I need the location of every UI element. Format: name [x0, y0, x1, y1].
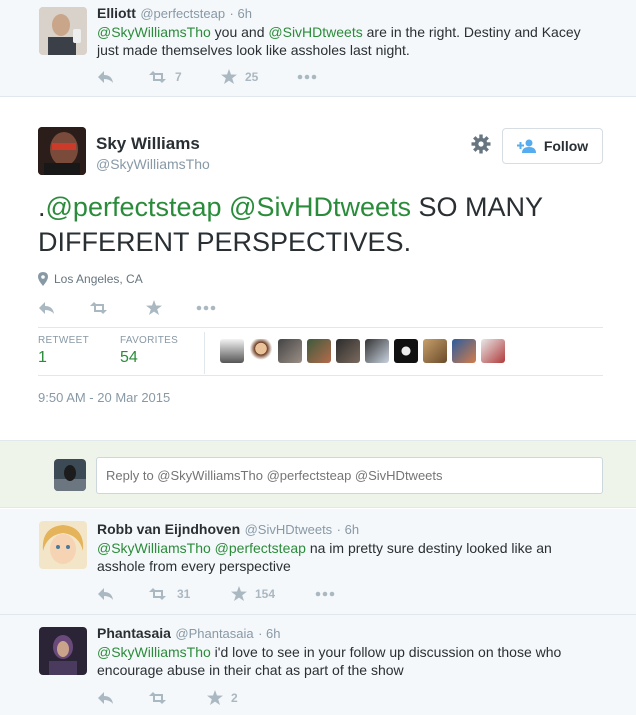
avatar[interactable]	[336, 339, 360, 363]
author-name[interactable]: Robb van Eijndhoven	[97, 521, 240, 537]
more-icon[interactable]	[196, 305, 216, 311]
follow-button[interactable]: Follow	[502, 128, 603, 164]
avatar[interactable]	[249, 339, 273, 363]
star-icon	[221, 69, 237, 84]
tweet-phantasaia[interactable]: Phantasaia @Phantasaia · 6h @SkyWilliams…	[0, 615, 636, 715]
reply-input[interactable]	[96, 457, 603, 494]
avatar[interactable]	[39, 521, 87, 569]
reply-box	[0, 440, 636, 508]
tweet-text: .@perfectsteap @SivHDtweets SO MANY DIFF…	[38, 192, 543, 257]
author-name[interactable]: Sky Williams	[96, 134, 200, 154]
author-name[interactable]: Elliott	[97, 5, 136, 21]
mention-link[interactable]: @SivHDtweets	[229, 192, 411, 222]
avatar[interactable]	[394, 339, 418, 363]
retweet-button[interactable]	[149, 691, 207, 705]
divider	[38, 375, 603, 376]
mention-link[interactable]: @SkyWilliamsTho	[97, 24, 211, 40]
star-icon[interactable]	[146, 300, 196, 315]
tweet-elliott[interactable]: Elliott @perfectsteap · 6h @SkyWilliamsT…	[0, 0, 636, 96]
retweet-count: 7	[175, 69, 182, 84]
author-handle[interactable]: @perfectsteap	[140, 6, 225, 21]
tweet-text: @SkyWilliamsTho @perfectsteap na im pret…	[97, 540, 552, 574]
favorite-button[interactable]: 154	[231, 586, 315, 601]
tweet-timestamp[interactable]: 9:50 AM - 20 Mar 2015	[38, 390, 170, 405]
avatar[interactable]	[220, 339, 244, 363]
add-user-icon	[516, 139, 536, 153]
favorite-count: 25	[245, 69, 259, 84]
tweet-time[interactable]: 6h	[238, 6, 252, 21]
avatar[interactable]	[38, 127, 86, 175]
tweet-time[interactable]: 6h	[345, 522, 359, 537]
mention-link[interactable]: @perfectsteap	[46, 192, 222, 222]
favorite-count: 154	[255, 586, 276, 601]
avatar[interactable]	[54, 459, 86, 491]
favorite-count: 2	[231, 690, 238, 705]
retweet-icon	[149, 587, 166, 600]
mention-link[interactable]: @SivHDtweets	[268, 24, 362, 40]
favoriters-avatars	[220, 339, 510, 363]
avatar[interactable]	[452, 339, 476, 363]
author-name[interactable]: Phantasaia	[97, 625, 171, 641]
avatar[interactable]	[481, 339, 505, 363]
mention-link[interactable]: @SkyWilliamsTho	[97, 644, 211, 660]
location[interactable]: Los Angeles, CA	[38, 272, 143, 286]
mention-link[interactable]: @SkyWilliamsTho	[97, 540, 211, 556]
tweet-text: @SkyWilliamsTho you and @SivHDtweets are…	[97, 24, 581, 58]
retweet-icon[interactable]	[90, 301, 146, 315]
more-icon[interactable]	[315, 591, 335, 597]
tweet-time[interactable]: 6h	[266, 626, 280, 641]
reply-icon[interactable]	[97, 691, 149, 705]
reply-icon[interactable]	[97, 70, 149, 84]
reply-icon[interactable]	[97, 587, 149, 601]
divider	[204, 332, 205, 374]
tweet-text: @SkyWilliamsTho i'd love to see in your …	[97, 644, 562, 678]
favorite-button[interactable]: 25	[221, 69, 297, 84]
location-pin-icon	[38, 272, 48, 286]
star-icon	[207, 690, 223, 705]
avatar[interactable]	[39, 7, 87, 55]
avatar[interactable]	[307, 339, 331, 363]
retweet-stat[interactable]: RETWEET 1	[38, 335, 89, 367]
retweet-icon	[149, 691, 166, 704]
main-tweet: Sky Williams @SkyWilliamsTho Follow .@pe…	[0, 97, 636, 440]
divider	[38, 327, 603, 328]
gear-icon[interactable]	[471, 134, 491, 154]
author-handle[interactable]: @SivHDtweets	[245, 522, 333, 537]
reply-icon[interactable]	[38, 301, 90, 315]
star-icon	[231, 586, 247, 601]
mention-link[interactable]: @perfectsteap	[215, 540, 306, 556]
avatar[interactable]	[39, 627, 87, 675]
tweet-robb[interactable]: Robb van Eijndhoven @SivHDtweets · 6h @S…	[0, 509, 636, 614]
retweet-button[interactable]: 7	[149, 70, 221, 84]
favorites-stat[interactable]: FAVORITES 54	[120, 335, 178, 367]
author-handle[interactable]: @Phantasaia	[175, 626, 253, 641]
retweet-button[interactable]: 31	[149, 587, 231, 601]
retweet-count: 31	[177, 586, 191, 601]
favorite-button[interactable]: 2	[207, 690, 291, 705]
avatar[interactable]	[423, 339, 447, 363]
avatar[interactable]	[365, 339, 389, 363]
retweet-icon	[149, 70, 166, 83]
more-icon[interactable]	[297, 74, 317, 80]
avatar[interactable]	[278, 339, 302, 363]
follow-label: Follow	[543, 138, 589, 154]
author-handle[interactable]: @SkyWilliamsTho	[96, 156, 210, 172]
